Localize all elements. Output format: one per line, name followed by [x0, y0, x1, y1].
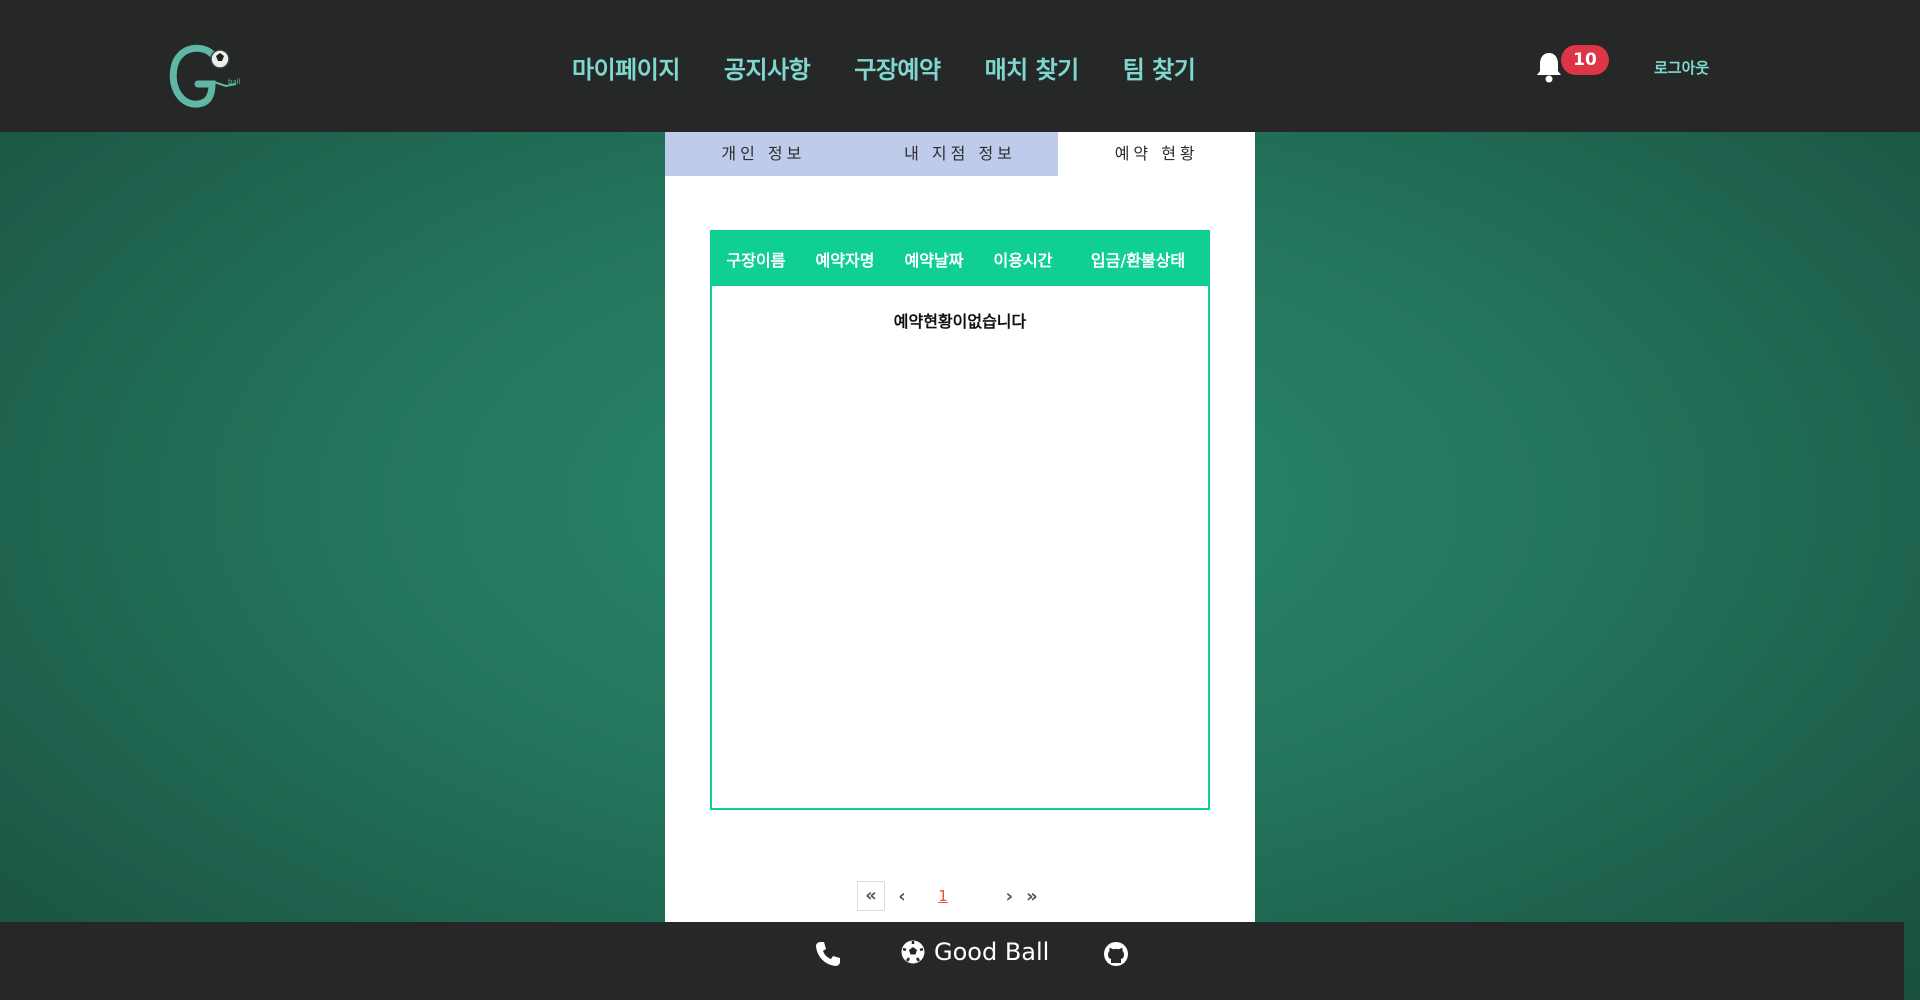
pagination: « ‹ 1 › » [857, 881, 1043, 911]
tab-my-branch-info[interactable]: 내 지점 정보 [861, 132, 1059, 176]
column-header-field-name: 구장이름 [726, 251, 786, 270]
bell-icon[interactable] [1534, 50, 1564, 84]
column-header-usage-time: 이용시간 [993, 251, 1053, 270]
main-nav: 마이페이지 공지사항 구장예약 매치 찾기 팀 찾기 [572, 50, 1196, 85]
notification-badge: 10 [1561, 45, 1609, 75]
footer: Good Ball [0, 922, 1904, 1000]
column-header-payment-status: 입금/환불상태 [1090, 251, 1186, 270]
mypage-card: 개인 정보 내 지점 정보 예약 현황 구장이름 예약자명 예약날짜 이용시간 … [665, 132, 1256, 922]
tab-reservation-status[interactable]: 예약 현황 [1058, 132, 1256, 176]
brand-name: Good Ball [934, 938, 1050, 966]
tab-personal-info[interactable]: 개인 정보 [665, 132, 862, 176]
logout-button[interactable]: 로그아웃 [1654, 57, 1709, 78]
nav-find-team[interactable]: 팀 찾기 [1123, 50, 1196, 85]
empty-table-message: 예약현황이없습니다 [893, 312, 1027, 331]
soccer-ball-icon [901, 940, 925, 964]
page-number-1[interactable]: 1 [919, 887, 967, 905]
column-header-reserver-name: 예약자명 [815, 251, 875, 270]
phone-icon[interactable] [814, 940, 842, 968]
top-header: ball 마이페이지 공지사항 구장예약 매치 찾기 팀 찾기 10 로그아웃 [0, 0, 1920, 132]
footer-brand: Good Ball [900, 938, 1049, 966]
svg-text:ball: ball [228, 78, 241, 86]
github-icon[interactable] [1102, 940, 1130, 968]
prev-page-button[interactable]: ‹ [885, 886, 919, 907]
first-page-button[interactable]: « [857, 881, 885, 911]
last-page-button[interactable]: » [1021, 886, 1043, 907]
nav-field-reservation[interactable]: 구장예약 [854, 50, 941, 85]
nav-find-match[interactable]: 매치 찾기 [985, 50, 1080, 85]
mypage-tabs: 개인 정보 내 지점 정보 예약 현황 [665, 132, 1256, 176]
nav-notices[interactable]: 공지사항 [724, 50, 811, 85]
reservation-table: 구장이름 예약자명 예약날짜 이용시간 입금/환불상태 예약현황이없습니다 [710, 230, 1210, 810]
next-page-button[interactable]: › [967, 886, 1021, 907]
logo-icon: ball [169, 44, 241, 108]
table-header-row: 구장이름 예약자명 예약날짜 이용시간 입금/환불상태 [712, 232, 1208, 286]
column-header-reservation-date: 예약날짜 [904, 251, 964, 270]
site-logo[interactable]: ball [168, 40, 242, 110]
nav-mypage[interactable]: 마이페이지 [572, 50, 680, 85]
